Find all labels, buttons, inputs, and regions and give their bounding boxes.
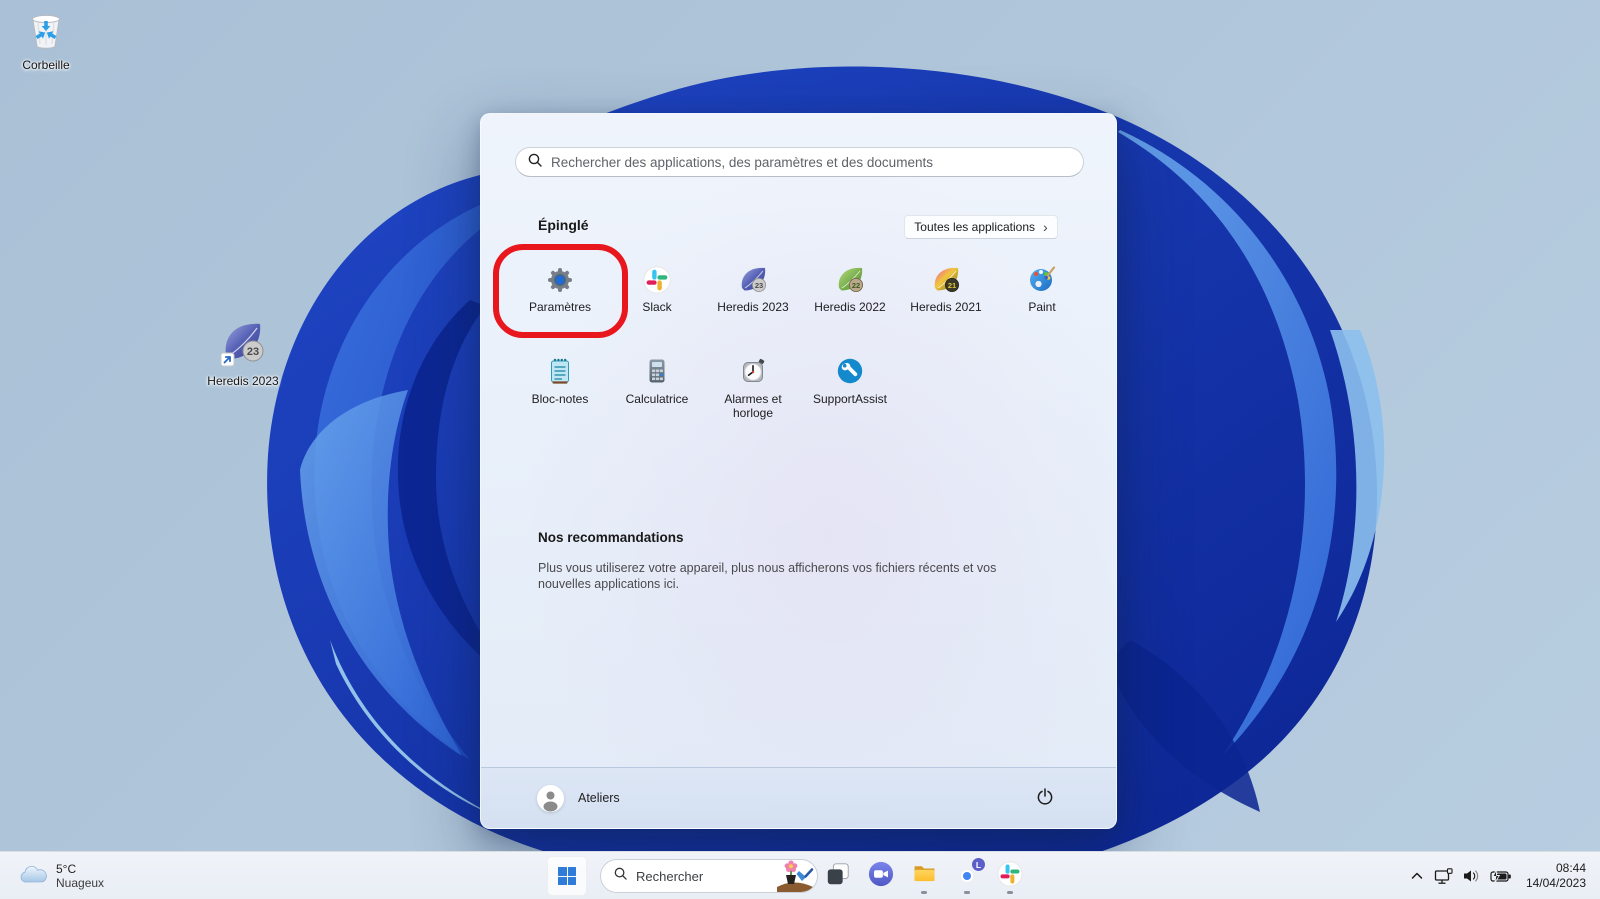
slack-icon <box>643 266 671 294</box>
running-indicator <box>921 891 927 894</box>
user-name-label: Ateliers <box>578 791 620 805</box>
chrome-button[interactable]: L <box>947 856 987 896</box>
svg-text:21: 21 <box>948 281 956 290</box>
search-highlight-image <box>771 860 817 892</box>
heredis-2022-icon: 22 <box>835 266 865 294</box>
clock-icon <box>738 358 768 386</box>
weather-widget[interactable]: 5°C Nuageux <box>12 856 110 896</box>
taskbar: 5°C Nuageux Rechercher L 08:44 14/04/202… <box>0 851 1600 899</box>
user-avatar <box>537 784 564 812</box>
taskbar-clock[interactable]: 08:44 14/04/2023 <box>1526 861 1586 891</box>
running-indicator <box>964 891 970 894</box>
weather-condition: Nuageux <box>56 876 105 890</box>
start-pinned-app-heredis-2022[interactable]: 22 Heredis 2022 <box>802 244 898 338</box>
network-button[interactable] <box>1430 856 1458 896</box>
volume-button[interactable] <box>1458 856 1486 896</box>
task-view-button[interactable] <box>818 856 858 896</box>
slack-taskbar-icon <box>997 861 1023 892</box>
search-icon <box>614 867 627 885</box>
chrome-profile-badge: L <box>971 857 986 872</box>
volume-icon <box>1464 870 1479 882</box>
weather-temperature: 5°C <box>56 862 77 876</box>
heredis-shortcut-icon: 23 <box>220 318 266 373</box>
start-search-input[interactable] <box>551 154 1071 170</box>
chat-button[interactable] <box>861 856 901 896</box>
svg-text:22: 22 <box>852 281 860 290</box>
recommended-section-header: Nos recommandations <box>538 530 684 545</box>
paint-icon <box>1027 266 1057 294</box>
desktop-icon-recycle-bin[interactable]: Corbeille <box>10 6 82 72</box>
clock-time: 08:44 <box>1555 861 1586 875</box>
user-profile-button[interactable]: Ateliers <box>537 784 620 812</box>
heredis-2023-icon: 23 <box>738 266 768 294</box>
start-pinned-app-slack[interactable]: Slack <box>609 244 705 338</box>
chevron-up-icon <box>1411 872 1423 879</box>
tray-chevron-button[interactable] <box>1404 856 1430 896</box>
system-tray: 08:44 14/04/2023 <box>1404 852 1600 899</box>
desktop-icon-heredis-2023[interactable]: 23 Heredis 2023 <box>204 318 282 388</box>
desktop: Corbeille 23 Heredis 2023 Épinglé Toutes <box>0 0 1600 899</box>
supportassist-icon <box>835 358 865 386</box>
chevron-right-icon: › <box>1043 218 1048 235</box>
notepad-icon <box>545 358 575 386</box>
settings-gear-icon <box>546 266 574 294</box>
battery-button[interactable] <box>1486 856 1516 896</box>
start-menu: Épinglé Toutes les applications › <box>480 113 1117 829</box>
chat-video-icon <box>868 861 894 892</box>
start-pinned-app-calculatrice[interactable]: Calculatrice <box>609 340 705 434</box>
task-view-icon <box>825 861 851 892</box>
windows-logo-icon <box>558 867 576 885</box>
recommended-empty-text: Plus vous utiliserez votre appareil, plu… <box>538 561 997 591</box>
start-pinned-app-parametres[interactable]: Paramètres <box>512 244 608 338</box>
start-menu-footer: Ateliers <box>481 767 1116 828</box>
network-icon <box>1434 867 1453 884</box>
desktop-icon-label: Heredis 2023 <box>207 374 279 388</box>
svg-text:23: 23 <box>247 346 259 358</box>
battery-charging-icon <box>1490 868 1511 883</box>
desktop-icon-label: Corbeille <box>22 58 70 72</box>
power-icon <box>1036 787 1054 810</box>
chrome-icon: L <box>954 857 986 889</box>
start-search-bar[interactable] <box>515 147 1084 177</box>
power-button[interactable] <box>1030 783 1060 813</box>
start-pinned-app-alarmes-horloge[interactable]: Alarmes et horloge <box>705 340 801 434</box>
svg-text:23: 23 <box>755 281 763 290</box>
slack-button[interactable] <box>990 856 1030 896</box>
weather-cloud-icon <box>18 863 48 889</box>
recycle-bin-icon <box>25 6 67 57</box>
start-pinned-app-bloc-notes[interactable]: Bloc-notes <box>512 340 608 434</box>
heredis-2021-icon: 21 <box>931 266 961 294</box>
search-icon <box>528 153 542 172</box>
running-indicator <box>1007 891 1013 894</box>
all-apps-button[interactable]: Toutes les applications › <box>904 215 1058 239</box>
pinned-section-header: Épinglé <box>538 217 589 233</box>
file-explorer-icon <box>911 860 938 892</box>
taskbar-search-label: Rechercher <box>636 868 704 884</box>
start-pinned-app-supportassist[interactable]: SupportAssist <box>802 340 898 434</box>
file-explorer-button[interactable] <box>904 856 944 896</box>
start-button[interactable] <box>547 856 587 896</box>
taskbar-search-box[interactable]: Rechercher <box>600 859 818 893</box>
clock-date: 14/04/2023 <box>1525 876 1586 890</box>
calculator-icon <box>642 358 672 386</box>
start-pinned-app-paint[interactable]: Paint <box>994 244 1090 338</box>
start-pinned-app-heredis-2021[interactable]: 21 Heredis 2021 <box>898 244 994 338</box>
start-pinned-app-heredis-2023[interactable]: 23 Heredis 2023 <box>705 244 801 338</box>
